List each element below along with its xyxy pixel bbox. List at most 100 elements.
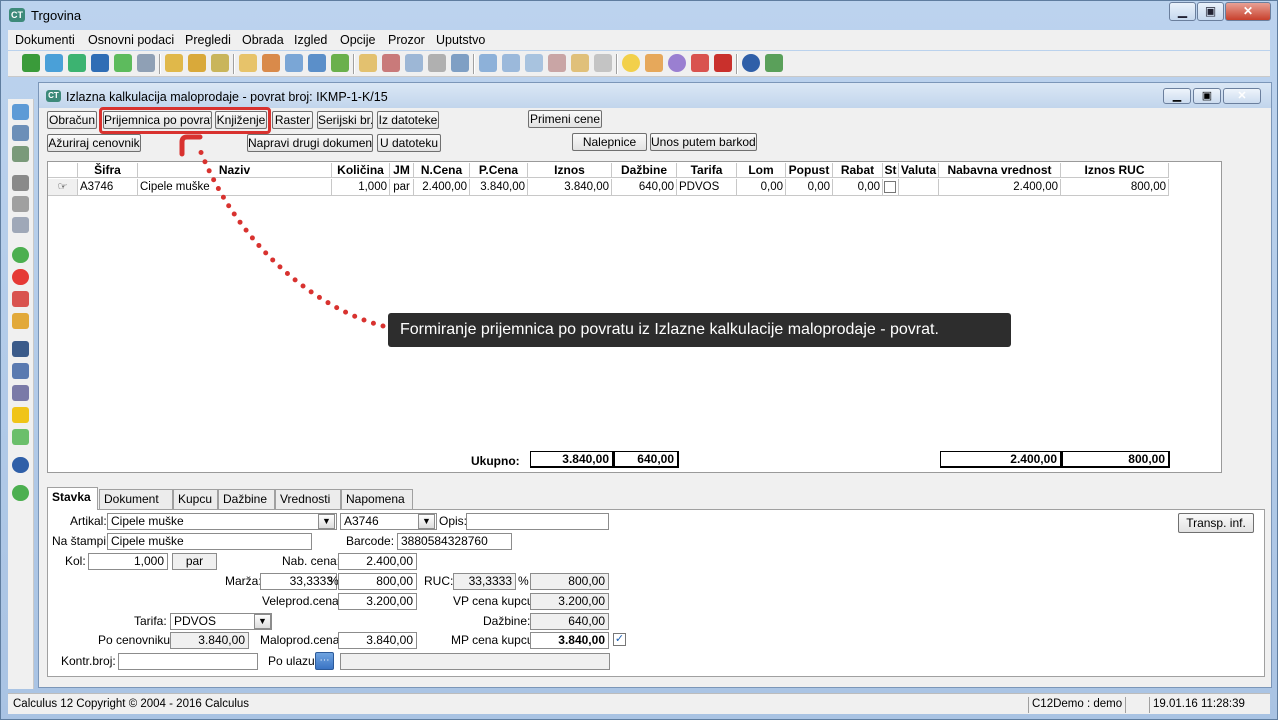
col-tarifa[interactable]: Tarifa — [677, 163, 737, 178]
mp-kupcu-field[interactable]: 3.840,00 — [530, 632, 609, 649]
marza-iznos-field[interactable]: 800,00 — [338, 573, 417, 590]
help-side-icon[interactable] — [12, 457, 29, 473]
cell-dazbine[interactable]: 640,00 — [612, 179, 677, 196]
col-lom[interactable]: Lom — [737, 163, 786, 178]
undo-icon[interactable] — [12, 291, 29, 307]
col-naziv[interactable]: Naziv — [138, 163, 332, 178]
sort-icon[interactable] — [12, 385, 29, 401]
opis-field[interactable] — [466, 513, 609, 530]
document-edit-icon[interactable] — [239, 54, 257, 72]
azuriraj-cenovnik-button[interactable]: Ažuriraj cenovnik — [47, 134, 141, 152]
menu-prozor[interactable]: Prozor — [388, 33, 425, 47]
transp-inf-button[interactable]: Transp. inf. — [1178, 513, 1254, 533]
serijski-br-button[interactable]: Serijski br. — [317, 111, 373, 129]
folder-edit-icon[interactable] — [211, 54, 229, 72]
save-icon[interactable] — [12, 104, 29, 120]
database-icon[interactable] — [308, 54, 326, 72]
col-sifra[interactable]: Šifra — [78, 163, 138, 178]
cell-valuta[interactable] — [899, 179, 939, 196]
cell-p-cena[interactable]: 3.840,00 — [470, 179, 528, 196]
menu-osnovni-podaci[interactable]: Osnovni podaci — [88, 33, 174, 47]
close-button[interactable]: ✕ — [1225, 2, 1271, 21]
new-document-icon[interactable] — [22, 54, 40, 72]
po-ulazu-picker-icon[interactable]: ⋯ — [315, 652, 334, 670]
knjizenje-button[interactable]: Knjiženje — [215, 111, 267, 129]
kol-field[interactable]: 1,000 — [88, 553, 168, 570]
sync-icon[interactable] — [68, 54, 86, 72]
cell-iznos[interactable]: 3.840,00 — [528, 179, 612, 196]
database-export-icon[interactable] — [331, 54, 349, 72]
child-minimize-button[interactable]: ▁ — [1163, 88, 1191, 104]
col-rabat[interactable]: Rabat — [833, 163, 883, 178]
cell-sifra[interactable]: A3746 — [78, 179, 138, 196]
tab-dazbine[interactable]: Dažbine — [218, 489, 275, 509]
unos-putem-barkoda-button[interactable]: Unos putem barkoda — [650, 133, 757, 151]
cell-nabavna-vrednost[interactable]: 2.400,00 — [939, 179, 1061, 196]
menu-uputstvo[interactable]: Uputstvo — [436, 33, 485, 47]
col-nabavna-vrednost[interactable]: Nabavna vrednost — [939, 163, 1061, 178]
lightbulb-icon[interactable] — [622, 54, 640, 72]
menu-obrada[interactable]: Obrada — [242, 33, 284, 47]
col-st[interactable]: St — [883, 163, 899, 178]
cell-naziv[interactable]: Cipele muške — [138, 179, 332, 196]
gem-icon[interactable] — [714, 54, 732, 72]
print-settings-icon[interactable] — [12, 217, 29, 233]
folder-in-icon[interactable] — [165, 54, 183, 72]
grid-icon[interactable] — [502, 54, 520, 72]
col-iznos[interactable]: Iznos — [528, 163, 612, 178]
cell-tarifa[interactable]: PDVOS — [677, 179, 737, 196]
export-icon[interactable] — [114, 54, 132, 72]
artikal-dropdown-icon[interactable]: ▼ — [318, 514, 335, 529]
col-n-cena[interactable]: N.Cena — [414, 163, 470, 178]
find-icon[interactable] — [12, 341, 29, 357]
iz-datoteke-button[interactable]: Iz datoteke — [377, 111, 439, 129]
col-popust[interactable]: Popust — [786, 163, 833, 178]
col-valuta[interactable]: Valuta — [899, 163, 939, 178]
prijemnica-po-povratu-button[interactable]: Prijemnica po povratu — [103, 111, 212, 129]
col-p-cena[interactable]: P.Cena — [470, 163, 528, 178]
child-maximize-button[interactable]: ▣ — [1193, 88, 1221, 104]
nalepnice-button[interactable]: Nalepnice — [572, 133, 647, 151]
artikal-field[interactable]: Cipele muške — [107, 513, 337, 530]
cell-st-checkbox[interactable] — [883, 179, 899, 196]
col-iznos-ruc[interactable]: Iznos RUC — [1061, 163, 1169, 178]
collapse-icon[interactable] — [12, 429, 29, 445]
document-icon[interactable] — [571, 54, 589, 72]
refresh-icon[interactable] — [45, 54, 63, 72]
forward-icon[interactable] — [12, 485, 29, 501]
table-icon[interactable] — [12, 146, 29, 162]
tab-dokument[interactable]: Dokument — [99, 489, 173, 509]
maximize-button[interactable]: ▣ — [1197, 2, 1224, 21]
save-as-icon[interactable] — [12, 125, 29, 141]
cell-jm[interactable]: par — [390, 179, 414, 196]
columns-icon[interactable] — [479, 54, 497, 72]
exit-icon[interactable] — [765, 54, 783, 72]
list-icon[interactable] — [137, 54, 155, 72]
document-settings-icon[interactable] — [285, 54, 303, 72]
maloprod-field[interactable]: 3.840,00 — [338, 632, 417, 649]
child-close-button[interactable]: ✕ — [1223, 88, 1261, 104]
gear-icon[interactable] — [668, 54, 686, 72]
chart-icon[interactable] — [691, 54, 709, 72]
search-document-icon[interactable] — [405, 54, 423, 72]
print-preview-icon[interactable] — [12, 196, 29, 212]
import-icon[interactable] — [91, 54, 109, 72]
cell-lom[interactable]: 0,00 — [737, 179, 786, 196]
menu-dokumenti[interactable]: Dokumenti — [15, 33, 75, 47]
edit-icon[interactable] — [12, 313, 29, 329]
cell-kolicina[interactable]: 1,000 — [332, 179, 390, 196]
remove-icon[interactable] — [12, 269, 29, 285]
tab-kupcu[interactable]: Kupcu — [173, 489, 218, 509]
kontr-broj-field[interactable] — [118, 653, 258, 670]
menu-opcije[interactable]: Opcije — [340, 33, 375, 47]
u-datoteku-button[interactable]: U datoteku — [377, 134, 441, 152]
filter-icon[interactable] — [12, 407, 29, 423]
minimize-button[interactable]: ▁ — [1169, 2, 1196, 21]
archive-icon[interactable] — [594, 54, 612, 72]
col-dazbine[interactable]: Dažbine — [612, 163, 677, 178]
help-icon[interactable] — [742, 54, 760, 72]
veleprod-field[interactable]: 3.200,00 — [338, 593, 417, 610]
copy-icon[interactable] — [359, 54, 377, 72]
add-icon[interactable] — [12, 247, 29, 263]
folder-out-icon[interactable] — [188, 54, 206, 72]
